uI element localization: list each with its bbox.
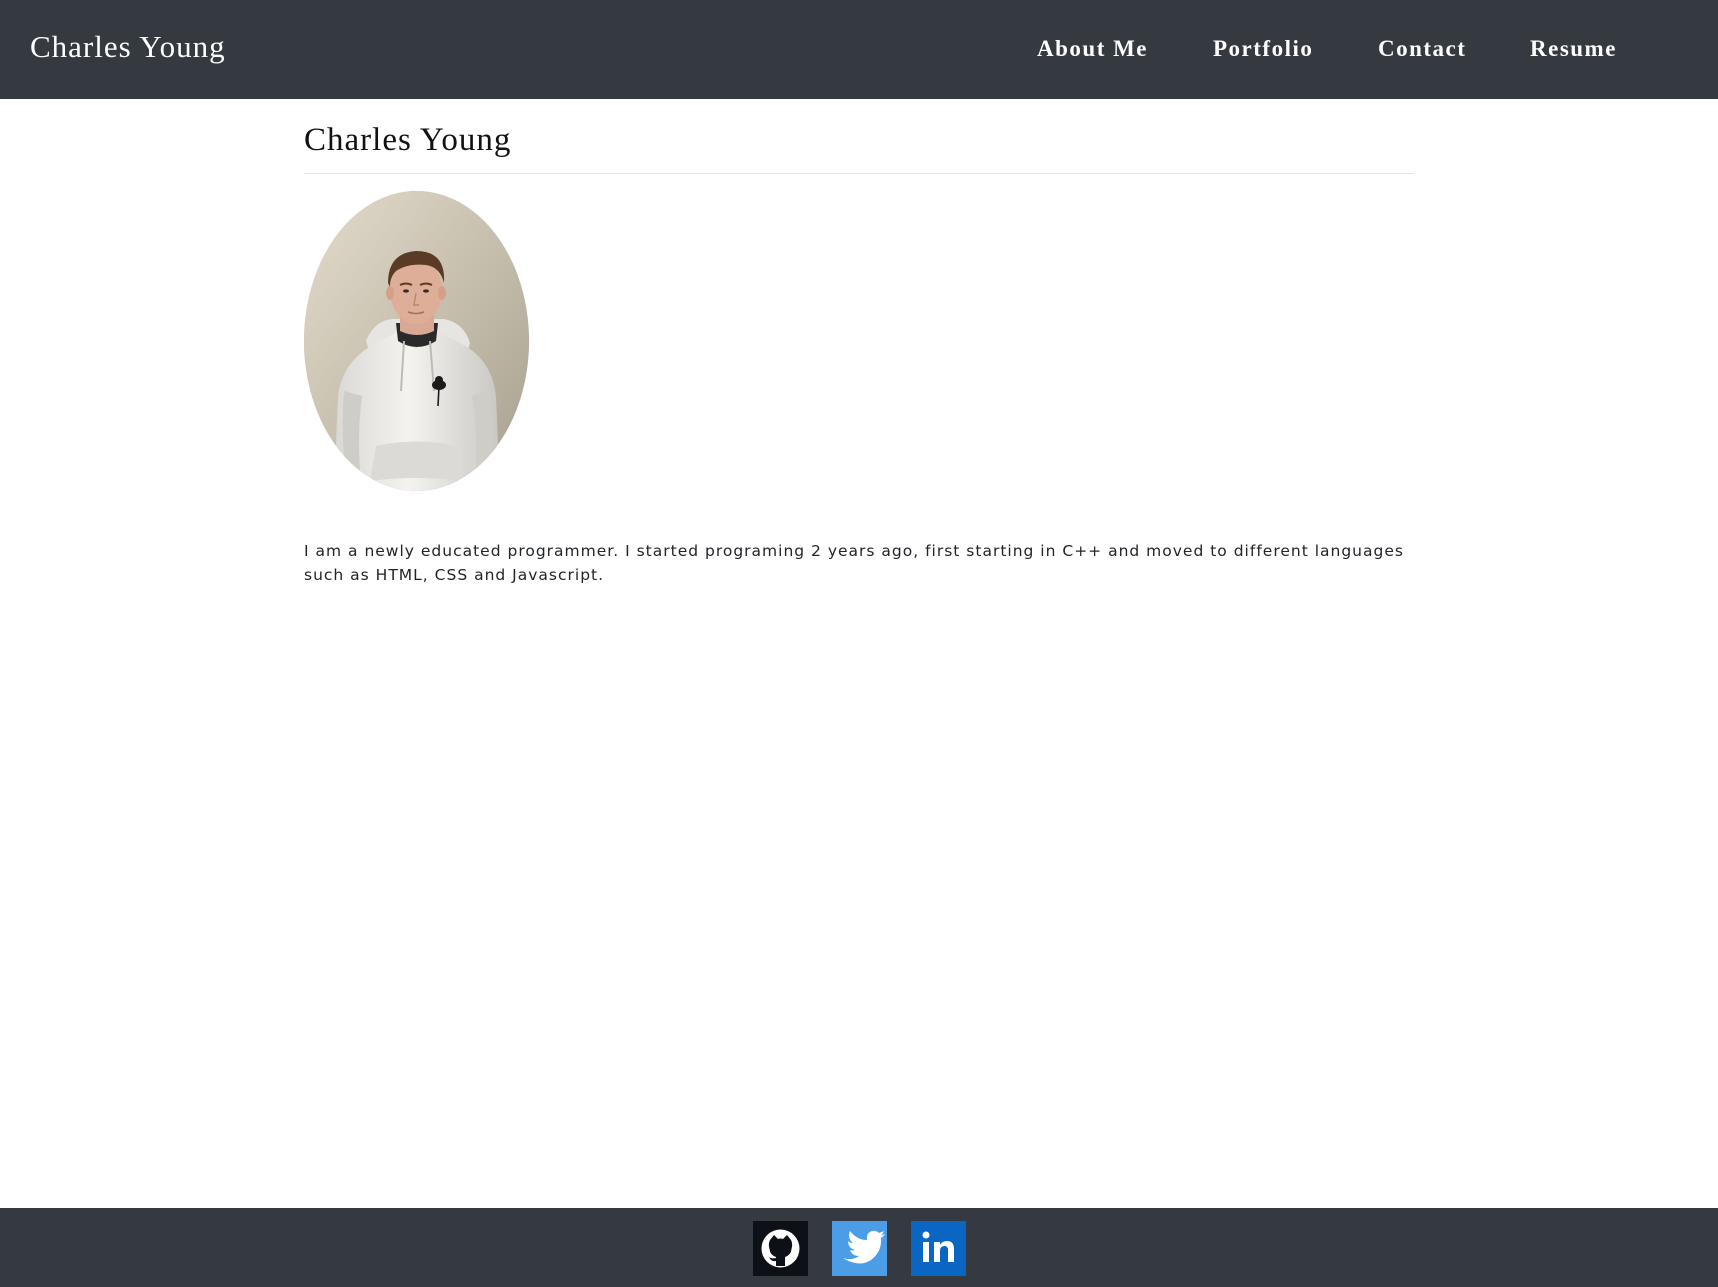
nav-contact[interactable]: Contact <box>1378 33 1466 65</box>
nav-portfolio[interactable]: Portfolio <box>1213 33 1313 65</box>
nav-about-me[interactable]: About Me <box>1037 33 1148 65</box>
github-link[interactable] <box>753 1221 808 1276</box>
page-title: Charles Young <box>304 122 512 158</box>
linkedin-icon <box>911 1221 966 1276</box>
brand-link[interactable]: Charles Young <box>30 27 226 67</box>
title-divider <box>304 173 1414 174</box>
nav-resume[interactable]: Resume <box>1530 33 1617 65</box>
twitter-link[interactable] <box>832 1221 887 1276</box>
twitter-icon <box>832 1221 887 1276</box>
linkedin-link[interactable] <box>911 1221 966 1276</box>
profile-photo <box>304 191 529 491</box>
footer <box>0 1208 1718 1287</box>
github-icon <box>753 1221 808 1276</box>
navbar: Charles Young About Me Portfolio Contact… <box>0 0 1718 99</box>
bio-paragraph: I am a newly educated programmer. I star… <box>304 542 1404 584</box>
